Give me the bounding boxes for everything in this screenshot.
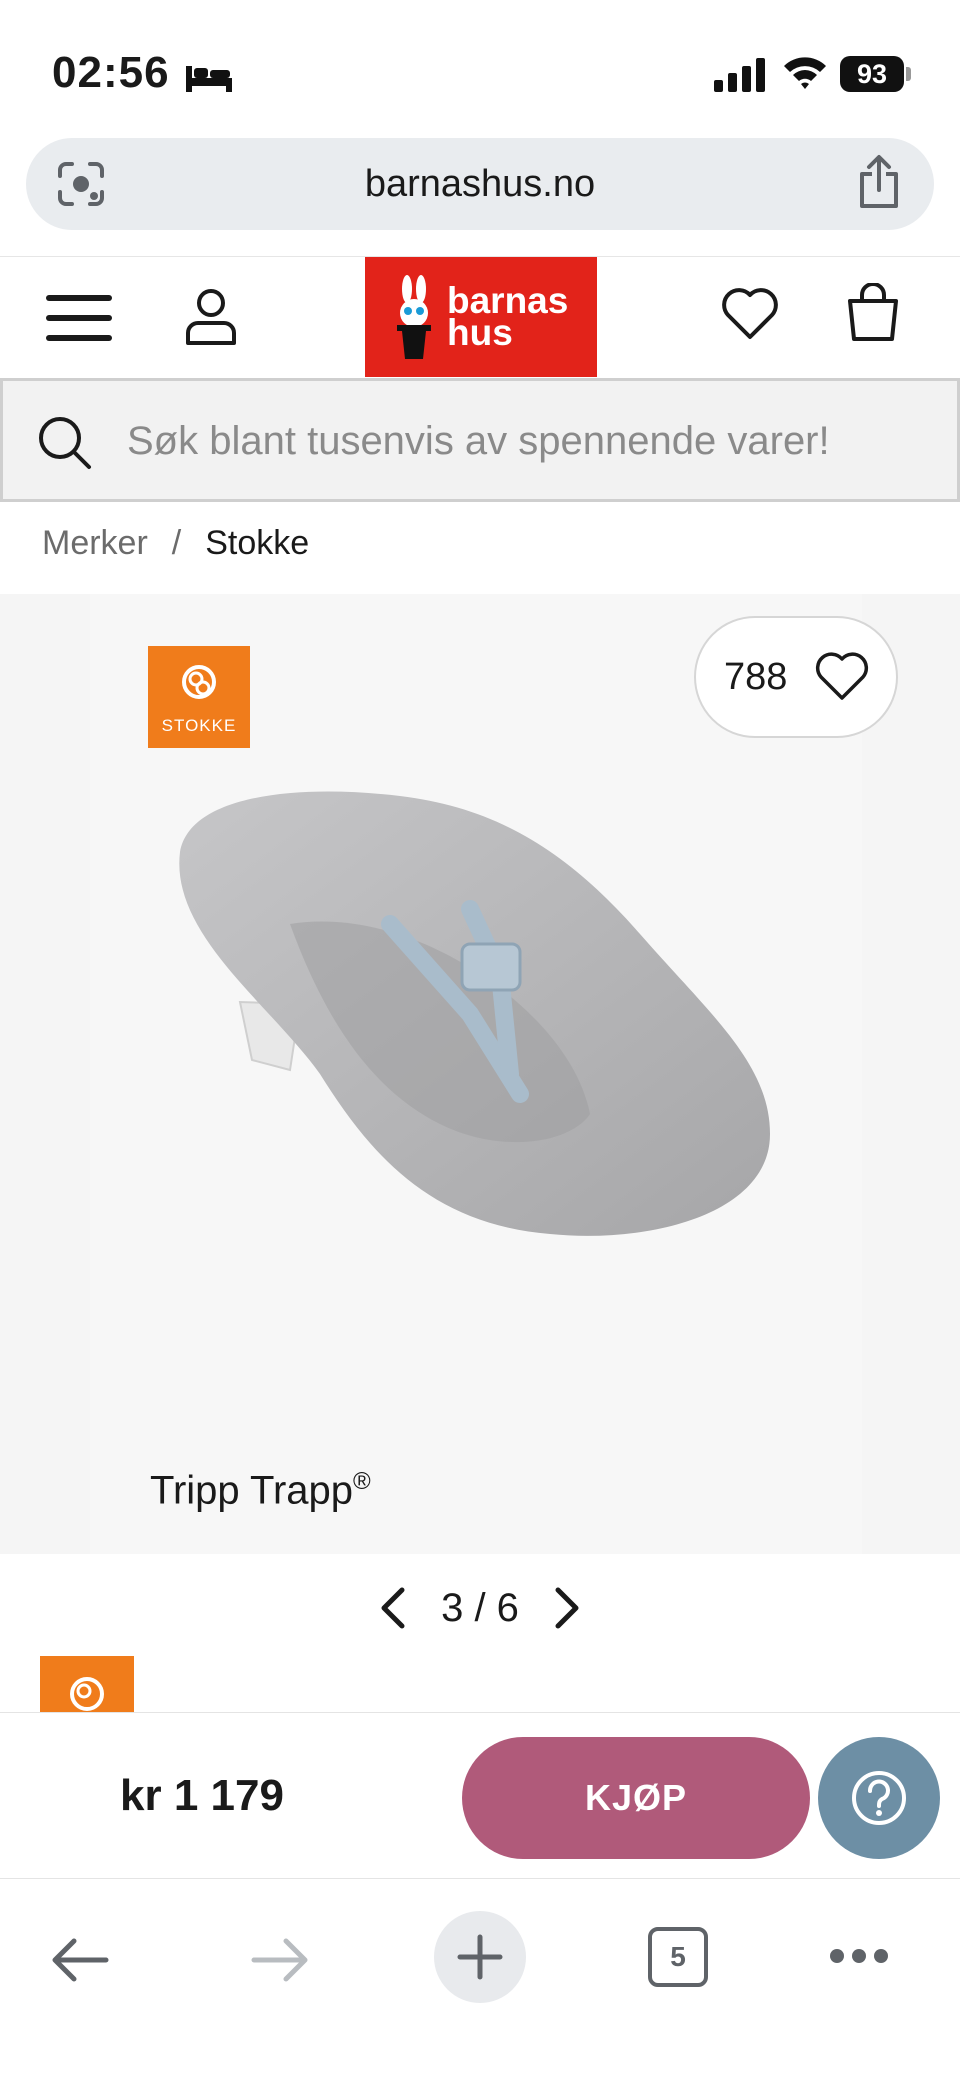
battery-tip bbox=[906, 67, 911, 81]
cellular-signal-icon bbox=[714, 58, 765, 92]
barnashus-logo[interactable]: barnas hus bbox=[365, 257, 597, 377]
share-icon[interactable] bbox=[854, 154, 904, 210]
product-gallery[interactable]: STOKKE 788 Tripp Trapp® bbox=[0, 594, 960, 1554]
question-mark-icon bbox=[852, 1771, 906, 1825]
stokke-mark-icon bbox=[182, 665, 216, 699]
battery-indicator: 93 bbox=[840, 56, 911, 92]
bunny-hat-icon bbox=[397, 275, 431, 359]
forward-arrow-icon[interactable] bbox=[250, 1935, 310, 1985]
sticky-buy-bar: kr 1 179 KJØP bbox=[0, 1712, 960, 1878]
account-icon[interactable] bbox=[184, 287, 238, 345]
site-search[interactable] bbox=[0, 378, 960, 502]
breadcrumb-separator: / bbox=[171, 524, 182, 562]
breadcrumb-link-merker[interactable]: Merker bbox=[42, 524, 148, 562]
browser-toolbar: 5 bbox=[0, 1878, 960, 2079]
caption-text: Tripp Trapp bbox=[150, 1468, 354, 1513]
sleep-focus-icon bbox=[186, 66, 232, 92]
product-price: kr 1 179 bbox=[120, 1771, 284, 1820]
plus-icon bbox=[457, 1934, 503, 1980]
chevron-left-icon[interactable] bbox=[378, 1586, 408, 1630]
stokke-mark-icon bbox=[70, 1677, 104, 1711]
hamburger-menu-icon[interactable] bbox=[46, 293, 112, 343]
heart-icon bbox=[815, 652, 869, 700]
chevron-right-icon[interactable] bbox=[552, 1586, 582, 1630]
newborn-set-product-image bbox=[179, 791, 770, 1236]
help-button[interactable] bbox=[818, 1737, 940, 1859]
wishlist-heart-icon[interactable] bbox=[720, 285, 780, 341]
status-time: 02:56 bbox=[52, 48, 170, 97]
wifi-icon bbox=[784, 57, 826, 89]
thumbnail-stokke[interactable] bbox=[40, 1656, 134, 1712]
status-bar: 02:56 93 bbox=[0, 0, 960, 140]
stokke-brand-logo: STOKKE bbox=[148, 646, 250, 748]
favorite-count: 788 bbox=[724, 656, 788, 698]
battery-level: 93 bbox=[840, 56, 904, 92]
pager-position: 3 / 6 bbox=[441, 1586, 519, 1630]
back-arrow-icon[interactable] bbox=[50, 1935, 110, 1985]
breadcrumb: Merker / Stokke bbox=[42, 524, 309, 563]
breadcrumb-current[interactable]: Stokke bbox=[205, 524, 309, 562]
buy-button[interactable]: KJØP bbox=[462, 1737, 810, 1859]
shopping-bag-icon[interactable] bbox=[846, 283, 900, 343]
favorite-button[interactable]: 788 bbox=[694, 616, 898, 738]
more-options-icon[interactable] bbox=[828, 1945, 890, 1967]
gallery-pager: 3 / 6 bbox=[0, 1568, 960, 1648]
tab-switcher-button[interactable]: 5 bbox=[648, 1927, 708, 1987]
new-tab-button[interactable] bbox=[434, 1911, 526, 2003]
registered-mark: ® bbox=[353, 1468, 371, 1495]
stokke-badge-text: STOKKE bbox=[161, 716, 237, 735]
logo-line2: hus bbox=[447, 312, 513, 353]
search-icon[interactable] bbox=[37, 415, 93, 471]
url-text[interactable]: barnashus.no bbox=[26, 138, 934, 230]
logo-text: barnas hus bbox=[447, 282, 568, 353]
product-image-caption: Tripp Trapp® bbox=[150, 1468, 371, 1513]
site-header: barnas hus bbox=[0, 256, 960, 378]
address-bar[interactable]: barnashus.no bbox=[26, 138, 934, 230]
search-input[interactable] bbox=[127, 409, 947, 473]
